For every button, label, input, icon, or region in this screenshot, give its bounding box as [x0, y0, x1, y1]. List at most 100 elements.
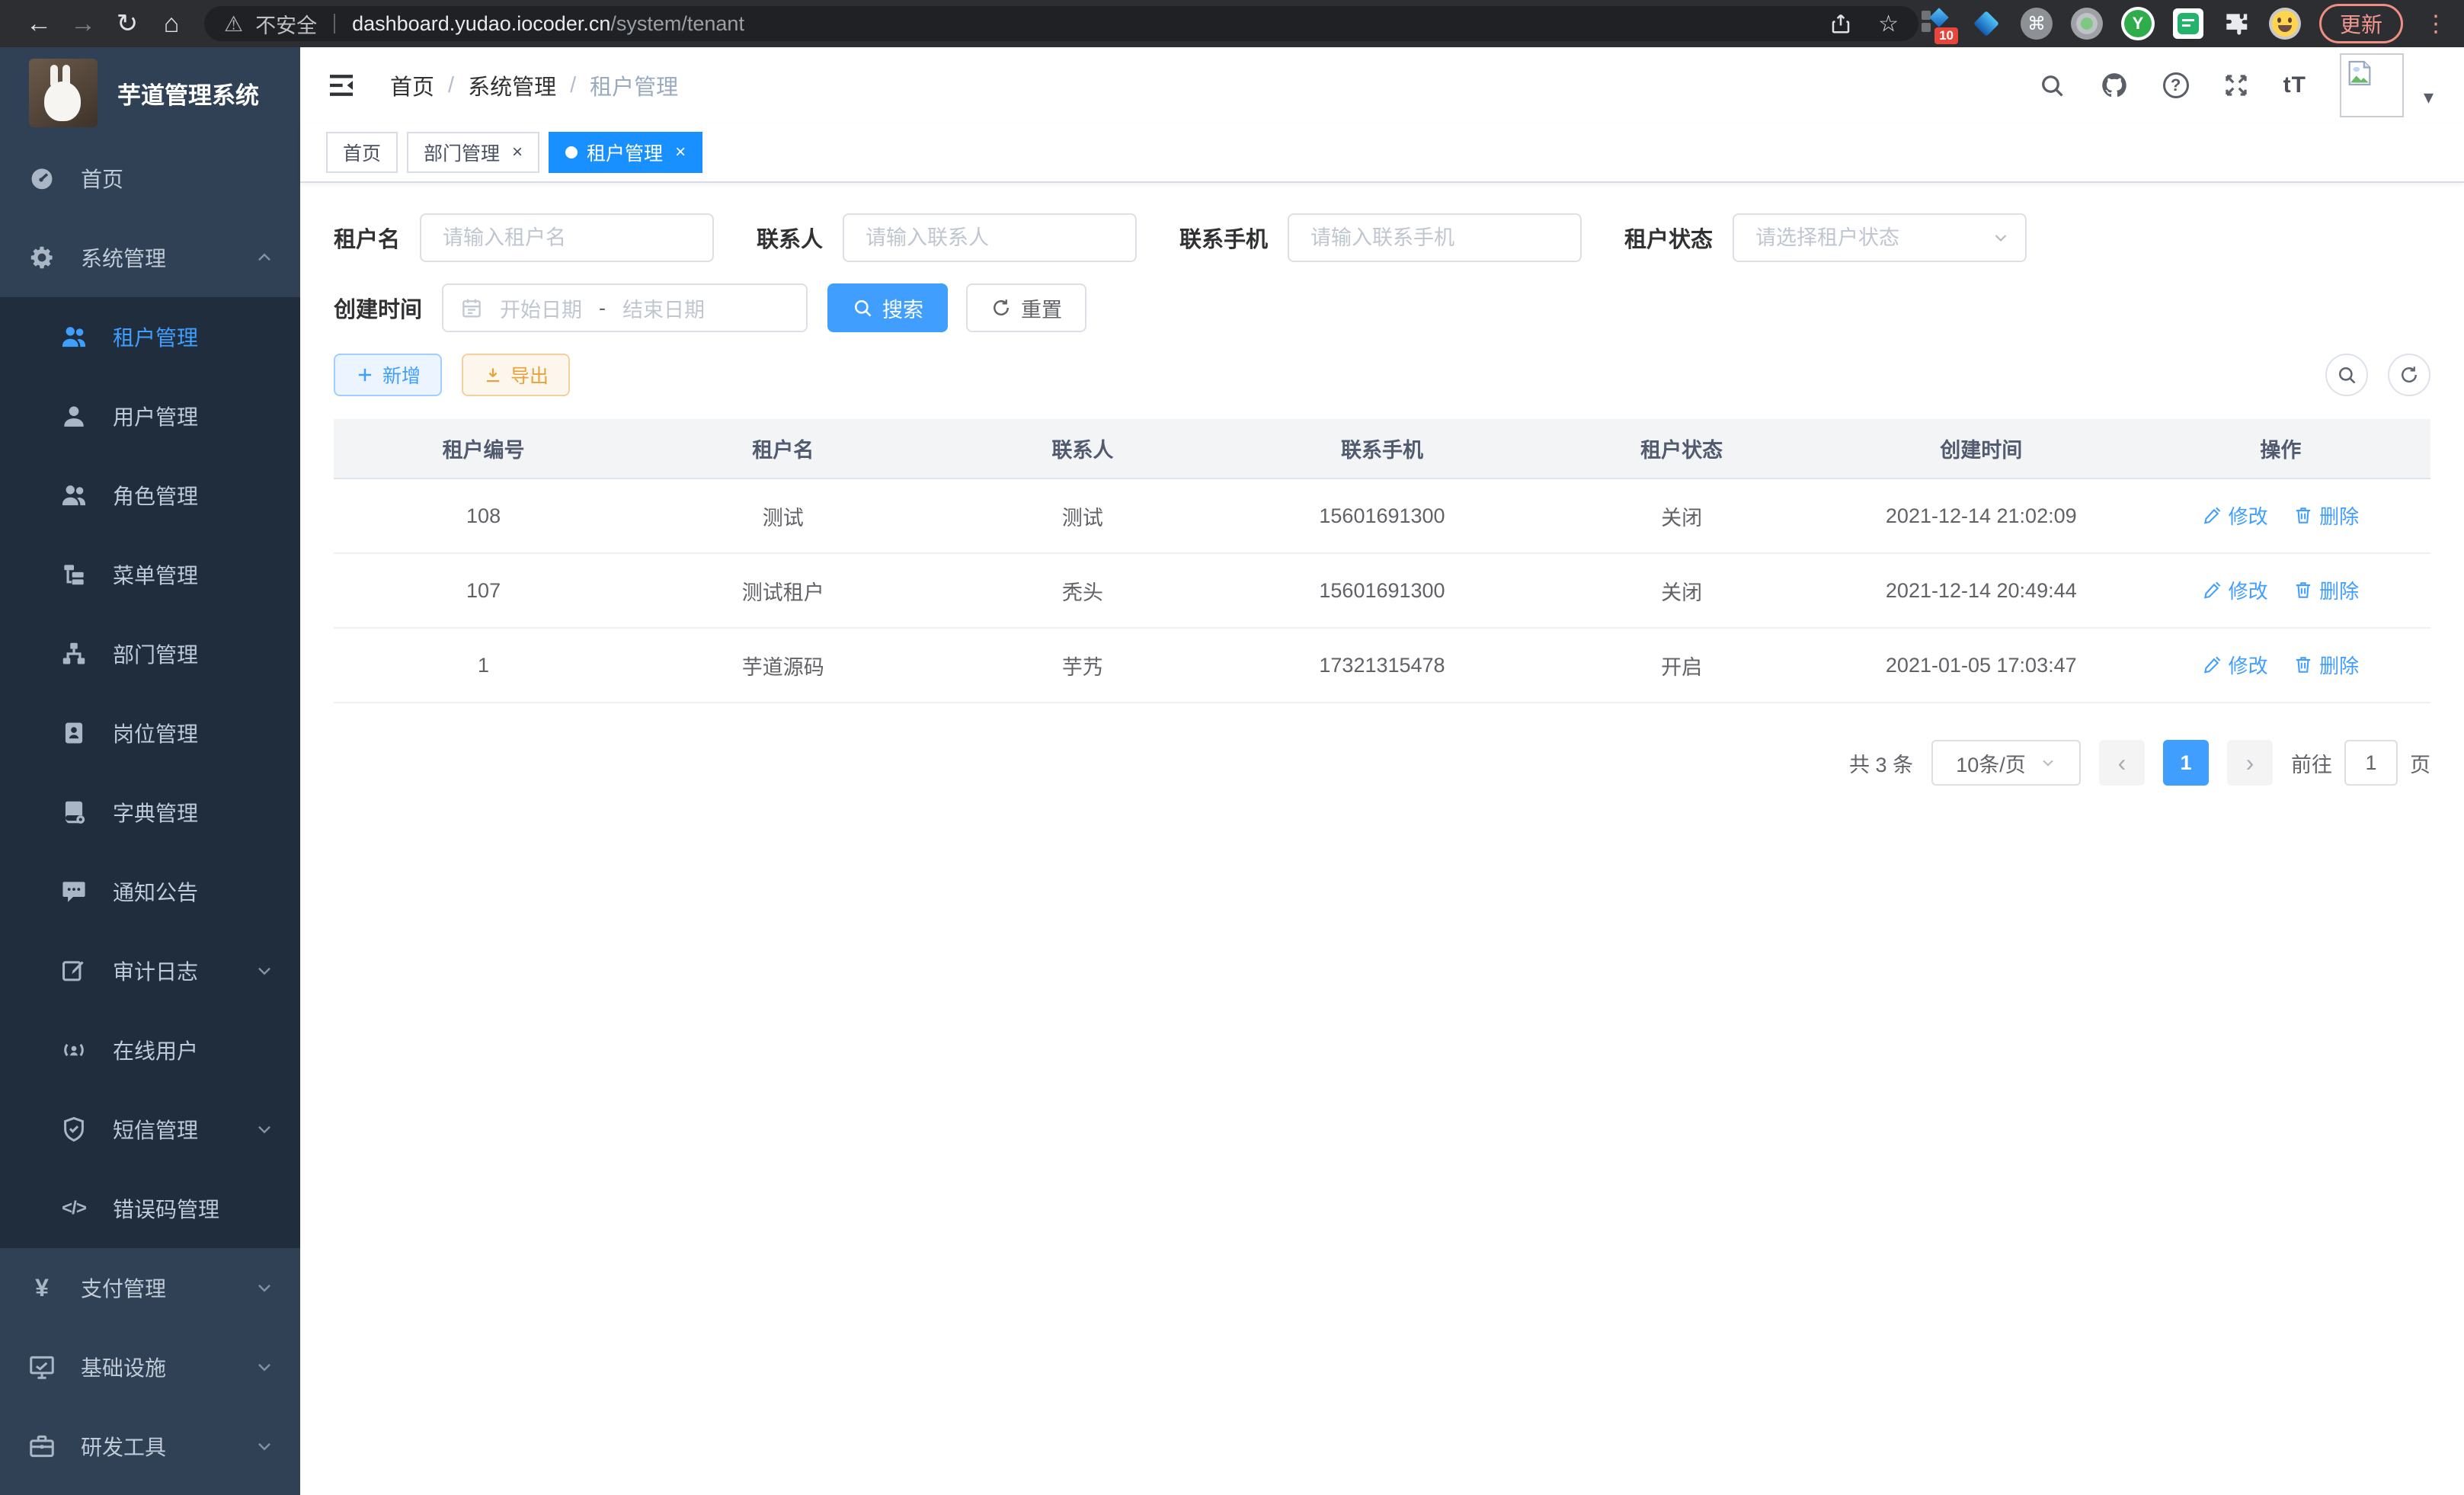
status-select[interactable]	[1733, 213, 2027, 262]
add-button[interactable]: 新增	[334, 354, 442, 396]
sidebar-item-infra[interactable]: 基础设施	[0, 1327, 300, 1407]
next-page-button[interactable]: ›	[2227, 740, 2273, 786]
delete-link[interactable]: 删除	[2293, 576, 2359, 604]
export-button-label: 导出	[510, 361, 549, 389]
refresh-table-button[interactable]	[2388, 354, 2430, 396]
browser-back-icon[interactable]: ←	[17, 0, 61, 47]
reset-button-label: 重置	[1021, 293, 1062, 323]
sidebar-item-audit-log[interactable]: 审计日志	[0, 931, 300, 1010]
sidebar-item-online-user[interactable]: 在线用户	[0, 1010, 300, 1090]
edit-link[interactable]: 修改	[2203, 501, 2268, 530]
extension-chat-icon[interactable]	[2173, 8, 2203, 39]
export-button[interactable]: 导出	[462, 354, 570, 396]
status-select-input[interactable]	[1733, 213, 2027, 262]
share-icon[interactable]	[1829, 12, 1852, 35]
date-range-picker[interactable]: 开始日期 - 结束日期	[442, 283, 808, 332]
edit-log-icon	[59, 956, 88, 985]
cell-phone: 17321315478	[1232, 628, 1531, 703]
tags-view-bar: 首页 部门管理 × 租户管理 ×	[300, 123, 2464, 183]
online-user-icon	[59, 1036, 88, 1064]
browser-forward-icon[interactable]: →	[61, 0, 105, 47]
tab-home[interactable]: 首页	[326, 132, 398, 173]
delete-link[interactable]: 删除	[2293, 651, 2359, 679]
sidebar-item-label: 首页	[81, 163, 123, 194]
sidebar-item-dev-tools[interactable]: 研发工具	[0, 1407, 300, 1486]
badge-icon	[59, 719, 88, 748]
cell-actions: 修改 删除	[2131, 479, 2430, 553]
top-header: 首页 / 系统管理 / 租户管理 ? tT ▾	[300, 47, 2464, 123]
tab-dept[interactable]: 部门管理 ×	[407, 132, 539, 173]
col-tenant-name: 租户名	[633, 419, 933, 479]
sidebar-logo-row[interactable]: 芋道管理系统	[0, 47, 300, 139]
edit-link[interactable]: 修改	[2203, 576, 2268, 604]
show-search-button[interactable]	[2325, 354, 2368, 396]
sidebar-item-post[interactable]: 岗位管理	[0, 693, 300, 773]
not-secure-icon[interactable]: ⚠	[224, 11, 243, 37]
close-icon[interactable]: ×	[512, 142, 523, 163]
end-date-placeholder[interactable]: 结束日期	[622, 293, 705, 323]
avatar[interactable]	[2340, 53, 2404, 117]
sidebar-item-error-code[interactable]: </> 错误码管理	[0, 1169, 300, 1248]
start-date-placeholder[interactable]: 开始日期	[500, 293, 582, 323]
sidebar-item-menu[interactable]: 菜单管理	[0, 535, 300, 614]
sidebar-item-user[interactable]: 用户管理	[0, 376, 300, 456]
plus-icon	[355, 365, 375, 385]
sidebar-collapse-icon[interactable]	[326, 70, 357, 101]
page-size-select[interactable]: 10条/页	[1931, 740, 2081, 786]
browser-reload-icon[interactable]: ↻	[105, 0, 149, 47]
close-icon[interactable]: ×	[675, 142, 686, 163]
sidebar-item-system[interactable]: 系统管理	[0, 218, 300, 297]
fullscreen-icon[interactable]	[2222, 72, 2250, 99]
extension-command-icon[interactable]: ⌘	[2021, 8, 2053, 40]
sidebar-item-notice[interactable]: 通知公告	[0, 852, 300, 931]
sidebar-item-role[interactable]: 角色管理	[0, 456, 300, 535]
delete-link[interactable]: 删除	[2293, 501, 2359, 530]
sidebar-item-dept[interactable]: 部门管理	[0, 614, 300, 693]
contact-input[interactable]	[843, 213, 1137, 262]
tab-label: 租户管理	[587, 139, 663, 166]
tab-tenant[interactable]: 租户管理 ×	[549, 132, 702, 173]
extension-y-icon[interactable]: Y	[2121, 7, 2155, 40]
pagination-total: 共 3 条	[1849, 748, 1913, 778]
header-search-icon[interactable]	[2038, 72, 2066, 99]
current-page-button[interactable]: 1	[2163, 740, 2209, 786]
help-icon[interactable]: ?	[2163, 72, 2189, 98]
extension-recorder-icon[interactable]	[2071, 8, 2103, 40]
search-button[interactable]: 搜索	[827, 283, 948, 332]
date-separator: -	[599, 296, 606, 320]
browser-menu-icon[interactable]: ⋮	[2424, 11, 2447, 37]
edit-link[interactable]: 修改	[2203, 651, 2268, 679]
extensions-puzzle-icon[interactable]	[2222, 9, 2251, 38]
avatar-caret-icon[interactable]: ▾	[2424, 85, 2434, 109]
breadcrumb-home[interactable]: 首页	[390, 69, 434, 101]
breadcrumb-system[interactable]: 系统管理	[468, 69, 556, 101]
calendar-icon	[460, 296, 483, 319]
sidebar-item-home[interactable]: 首页	[0, 139, 300, 218]
extension-tag-manager-icon[interactable]: 10	[1920, 8, 1952, 40]
browser-home-icon[interactable]: ⌂	[149, 0, 194, 47]
github-icon[interactable]	[2099, 70, 2130, 101]
reset-button[interactable]: 重置	[966, 283, 1086, 332]
sidebar-item-pay[interactable]: ¥ 支付管理	[0, 1248, 300, 1327]
sidebar-item-dict[interactable]: 字典管理	[0, 773, 300, 852]
breadcrumb-current: 租户管理	[590, 69, 678, 101]
phone-input[interactable]	[1288, 213, 1582, 262]
sidebar-item-tenant[interactable]: 租户管理	[0, 297, 300, 376]
extension-kite-icon[interactable]	[1970, 8, 2002, 40]
dashboard-icon	[27, 164, 56, 193]
goto-page-input[interactable]	[2344, 740, 2398, 786]
profile-avatar-icon[interactable]	[2269, 8, 2301, 40]
chrome-update-button[interactable]: 更新	[2319, 4, 2403, 43]
create-time-label: 创建时间	[334, 292, 422, 324]
table-header-row: 租户编号 租户名 联系人 联系手机 租户状态 创建时间 操作	[334, 419, 2430, 479]
sidebar-item-sms[interactable]: 短信管理	[0, 1090, 300, 1169]
cell-id: 107	[334, 553, 633, 628]
address-bar[interactable]: ⚠ 不安全 dashboard.yudao.iocoder.cn/system/…	[204, 6, 1918, 41]
tenant-name-input[interactable]	[420, 213, 714, 262]
code-icon: </>	[59, 1198, 88, 1219]
dictionary-icon	[59, 798, 88, 827]
font-size-icon[interactable]: tT	[2283, 72, 2306, 98]
prev-page-button[interactable]: ‹	[2099, 740, 2145, 786]
col-tenant-id: 租户编号	[334, 419, 633, 479]
bookmark-star-icon[interactable]: ☆	[1878, 11, 1899, 37]
